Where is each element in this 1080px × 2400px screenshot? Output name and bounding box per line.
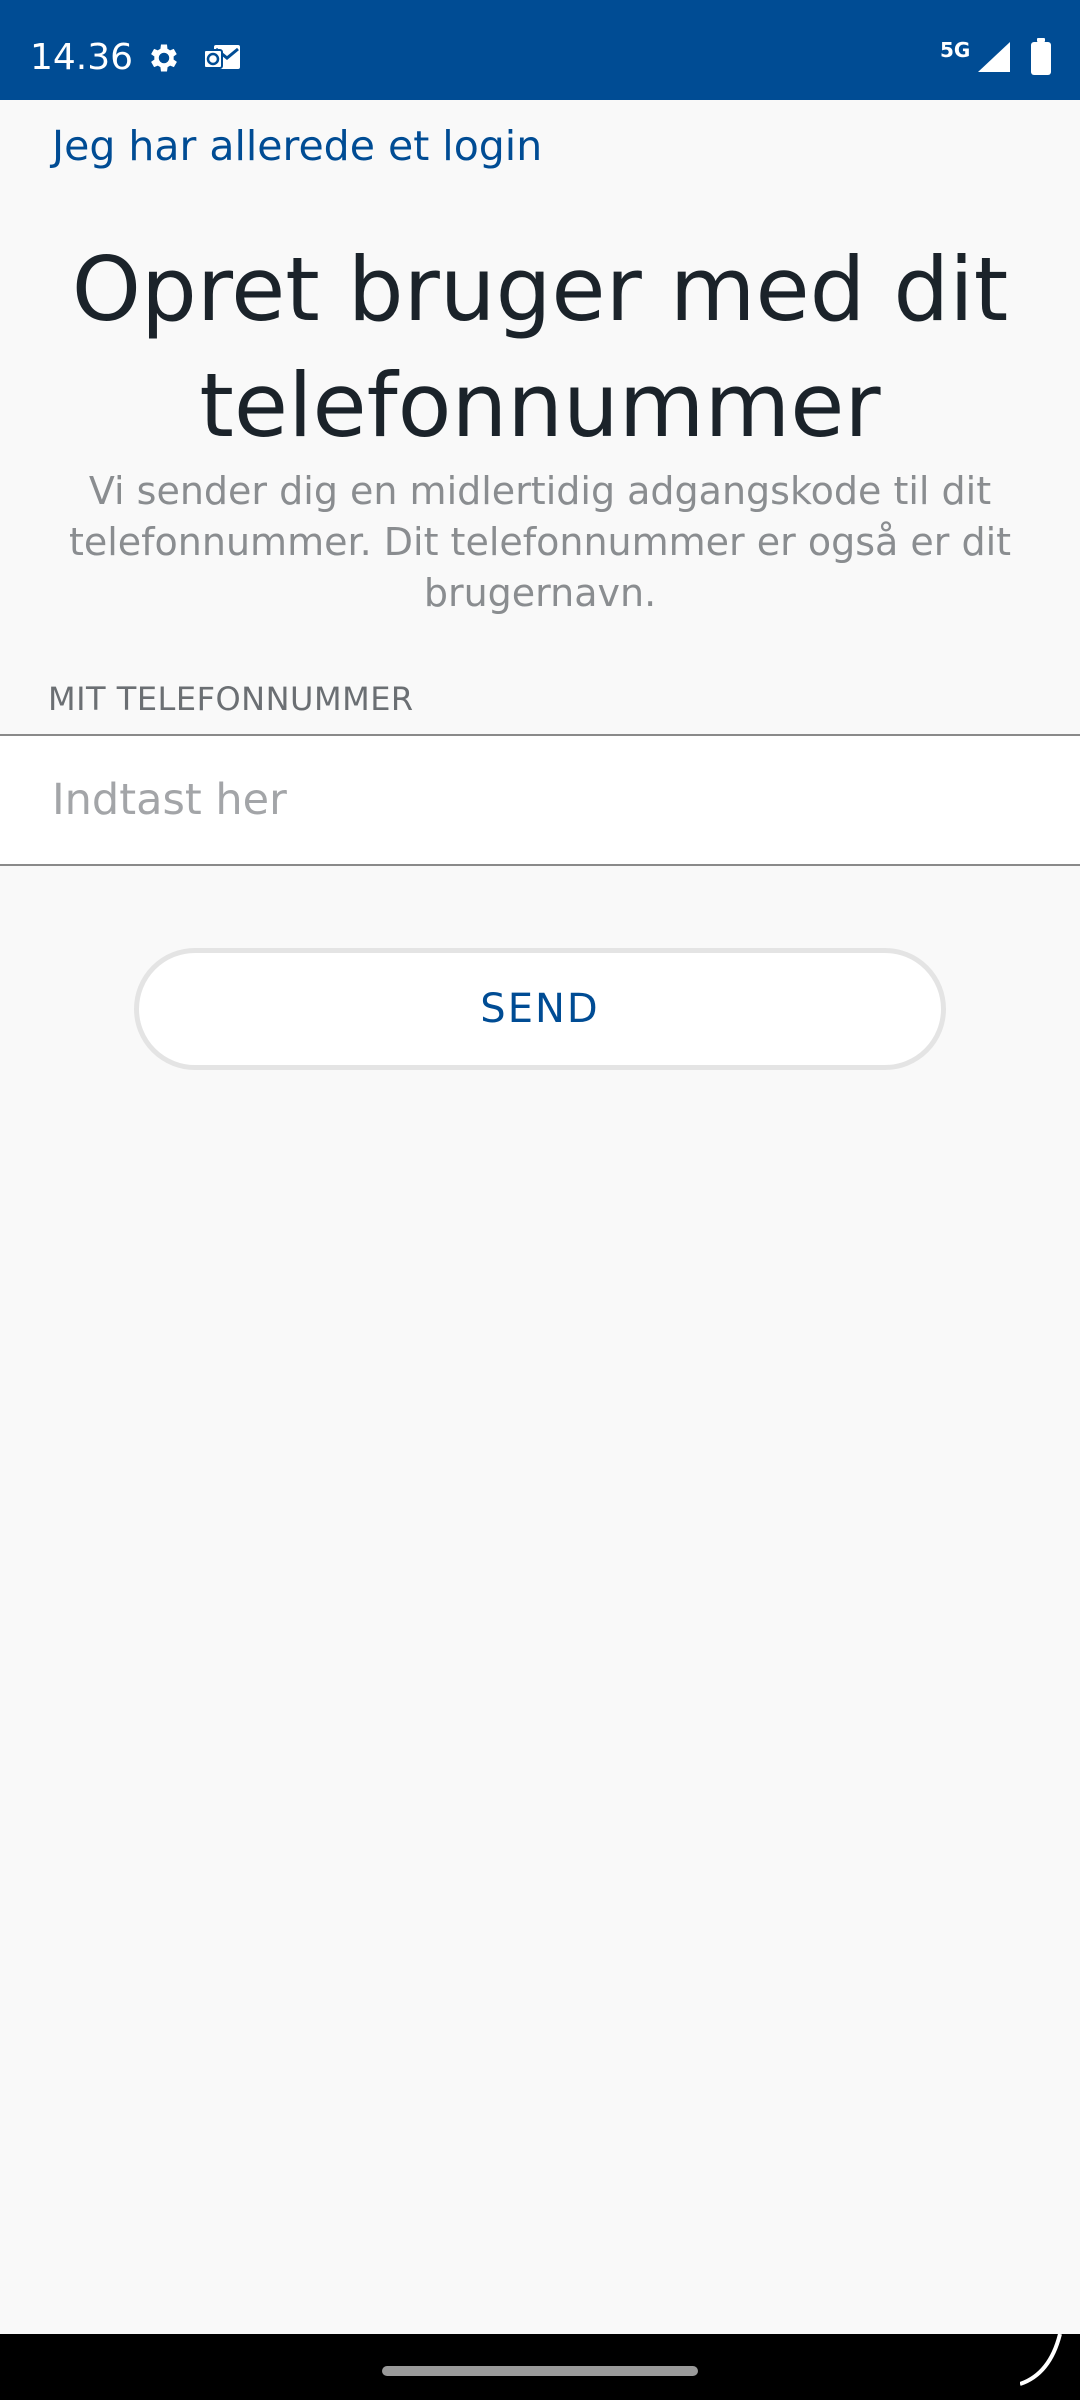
network-type: 5G — [940, 38, 971, 62]
page-title: Opret bruger med dit telefonnummer — [71, 238, 1009, 457]
screen-corner-right — [1020, 2334, 1062, 2386]
login-link[interactable]: Jeg har allerede et login — [52, 122, 542, 170]
send-button[interactable]: SEND — [134, 948, 946, 1070]
signal-icon — [976, 40, 1012, 74]
status-time: 14.36 — [30, 37, 134, 78]
phone-input[interactable] — [52, 736, 1032, 864]
mail-notification-icon — [202, 41, 242, 75]
phone-field-container — [0, 734, 1080, 866]
page-subtitle: Vi sender dig en midlertidig adgangskode… — [68, 469, 1012, 615]
battery-icon — [1030, 38, 1052, 76]
home-gesture-handle[interactable] — [382, 2366, 698, 2376]
app-screen: 14.36 5G Jeg har allerede et login Opret… — [0, 0, 1080, 2400]
navigation-bar — [0, 2334, 1080, 2400]
status-bar: 14.36 5G — [0, 0, 1080, 100]
phone-field-label: MIT TELEFONNUMMER — [48, 680, 414, 718]
gear-icon — [146, 40, 182, 76]
